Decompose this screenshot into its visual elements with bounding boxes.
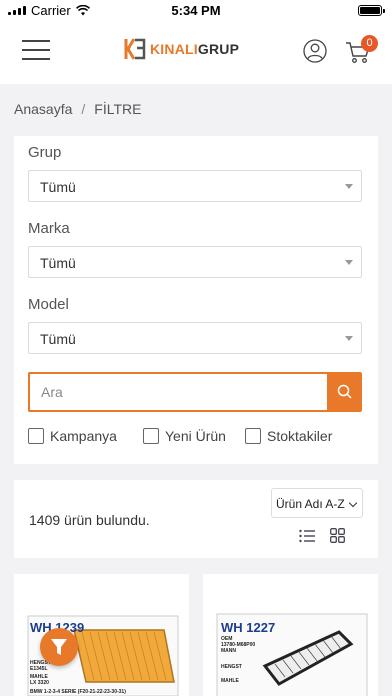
product-spec-line: MAHLE (221, 678, 239, 684)
sort-select[interactable]: Ürün Adı A-Z (271, 488, 363, 518)
logo-mark-icon (124, 38, 146, 60)
new-product-checkbox[interactable]: Yeni Ürün (143, 428, 226, 444)
product-card[interactable]: WH 1227 OEM 13780-M68P00 MANN HENGST MAH… (203, 574, 378, 696)
checkbox-box (28, 428, 44, 444)
filter-panel: Grup Tümü Marka Tümü Model Tümü Kampanya… (14, 136, 378, 464)
checkbox-box (245, 428, 261, 444)
search-icon (337, 384, 352, 399)
app-header: KINALIGRUP 0 (0, 20, 392, 84)
breadcrumb: Anasayfa / FİLTRE (14, 101, 141, 117)
logo-text-part1: KINALI (150, 41, 198, 57)
group-select-value: Tümü (40, 179, 76, 195)
product-code: WH 1227 (221, 620, 276, 635)
list-view-icon[interactable] (299, 529, 315, 543)
logo-text-part2: GRUP (197, 41, 240, 57)
product-spec-line: HENGST (221, 664, 242, 670)
in-stock-checkbox-label: Stoktakiler (267, 428, 333, 444)
caret-down-icon (345, 260, 353, 265)
brand-label: Marka (28, 220, 70, 237)
menu-line (22, 58, 50, 60)
group-label: Grup (28, 144, 62, 161)
grid-view-icon[interactable] (330, 528, 345, 543)
group-select[interactable]: Tümü (28, 170, 362, 202)
cart-count-badge: 0 (361, 35, 378, 52)
checkbox-box (143, 428, 159, 444)
status-time: 5:34 PM (171, 3, 221, 18)
product-spec-line: E1345L (30, 666, 48, 672)
battery-fill (360, 7, 380, 14)
breadcrumb-home-link[interactable]: Anasayfa (14, 101, 72, 117)
model-select[interactable]: Tümü (28, 322, 362, 354)
brand-logo[interactable]: KINALIGRUP (124, 36, 239, 62)
search-button[interactable] (327, 372, 362, 412)
brand-select[interactable]: Tümü (28, 246, 362, 278)
battery-icon (358, 5, 385, 16)
breadcrumb-current: FİLTRE (94, 101, 142, 117)
model-label: Model (28, 296, 69, 313)
brand-select-value: Tümü (40, 255, 76, 271)
caret-down-icon (345, 336, 353, 341)
hamburger-menu-button[interactable] (22, 40, 50, 60)
campaign-checkbox[interactable]: Kampanya (28, 428, 117, 444)
funnel-icon (51, 639, 67, 655)
in-stock-checkbox[interactable]: Stoktakiler (245, 428, 332, 444)
search-input[interactable] (28, 372, 327, 412)
breadcrumb-separator: / (81, 101, 86, 117)
product-spec-line: BMW 1-2-3-4 SERIE (F20-21-22-23-30-31) (30, 689, 126, 695)
chevron-down-icon (348, 498, 358, 508)
results-bar: 1409 ürün bulundu. Ürün Adı A-Z (14, 480, 378, 558)
new-product-checkbox-label: Yeni Ürün (165, 428, 226, 444)
model-select-value: Tümü (40, 331, 76, 347)
campaign-checkbox-label: Kampanya (50, 428, 117, 444)
logo-text: KINALIGRUP (150, 41, 239, 57)
sort-select-value: Ürün Adı A-Z (276, 497, 345, 511)
results-count: 1409 ürün bulundu. (29, 512, 150, 528)
status-bar: Carrier 5:34 PM (0, 0, 392, 20)
menu-line (22, 40, 50, 42)
product-spec-line: LX 3320 (30, 680, 49, 686)
product-spec-line: MANN (221, 648, 236, 654)
user-account-icon[interactable] (303, 39, 327, 63)
menu-line (22, 49, 50, 51)
filter-fab-button[interactable] (40, 628, 78, 666)
caret-down-icon (345, 184, 353, 189)
